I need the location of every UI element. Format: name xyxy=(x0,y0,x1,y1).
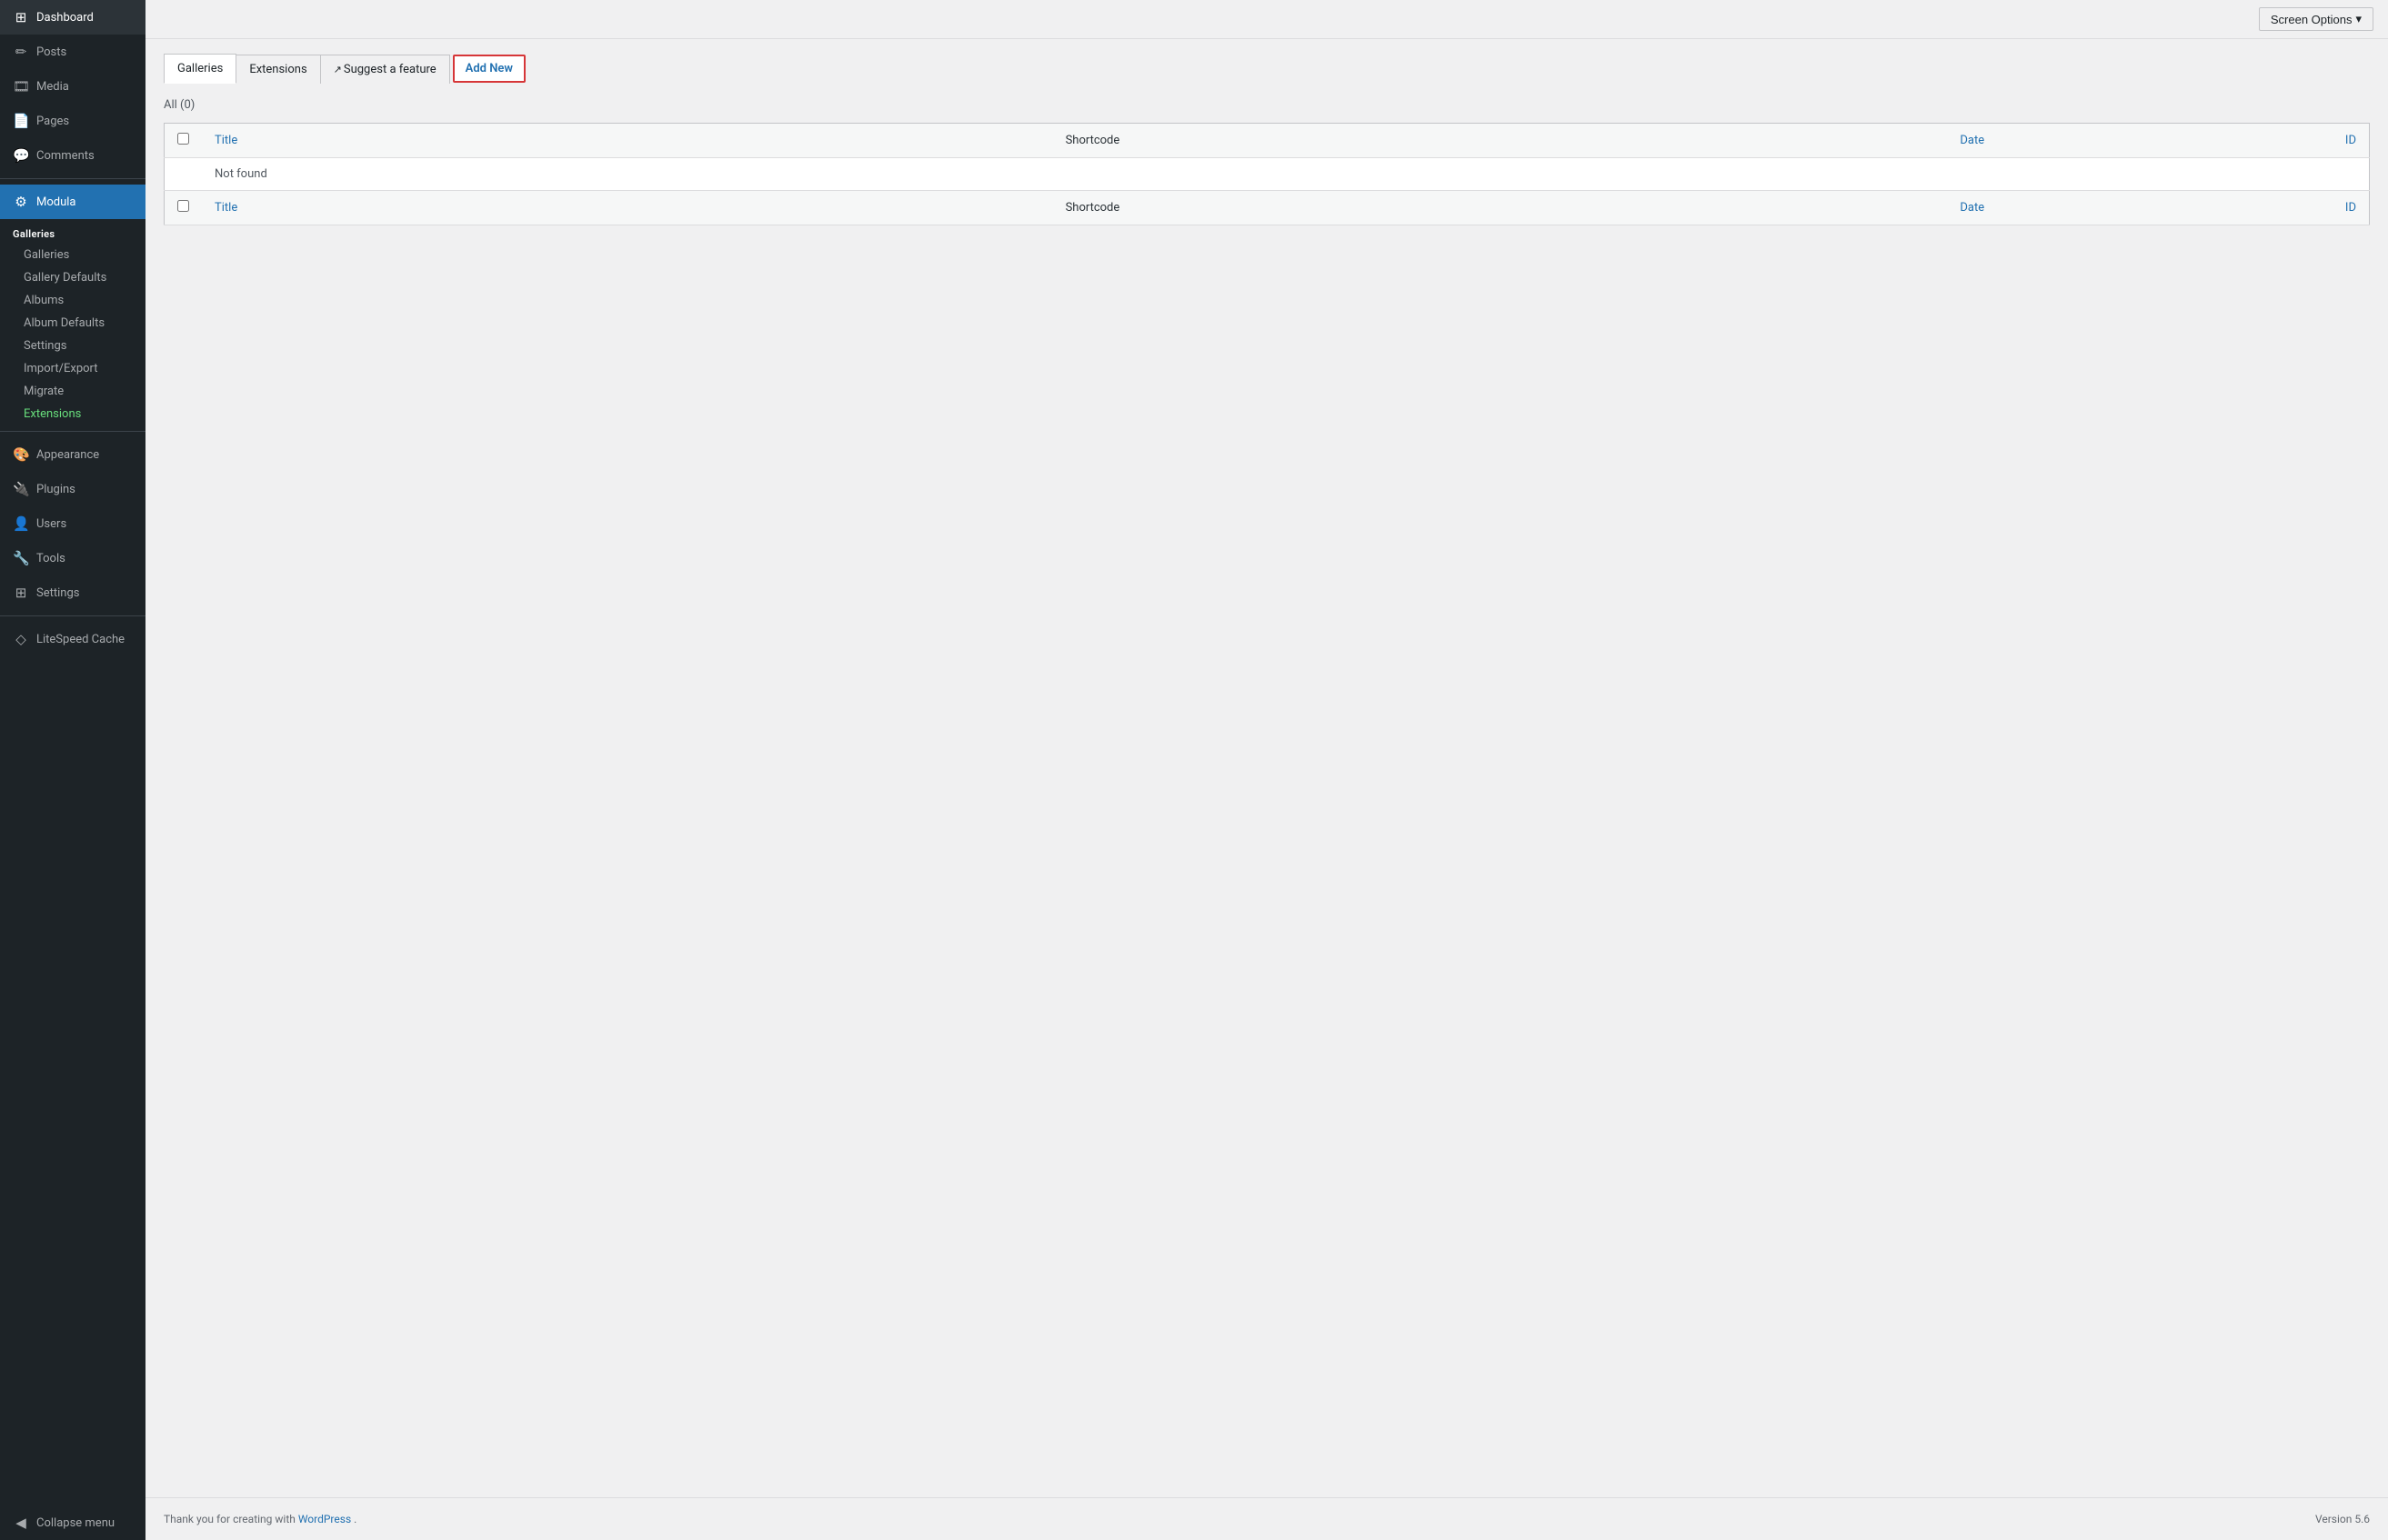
table-footer-row: Title Shortcode Date ID xyxy=(165,191,2370,225)
version-label: Version 5.6 xyxy=(2315,1513,2370,1525)
sidebar-sub-gallery-defaults[interactable]: Gallery Defaults xyxy=(0,266,145,289)
tools-icon: 🔧 xyxy=(13,550,29,566)
sidebar-item-modula[interactable]: ⚙ Modula xyxy=(0,185,145,219)
screen-options-label: Screen Options xyxy=(2271,13,2353,26)
filter-bar: All (0) xyxy=(164,98,2370,112)
sidebar-item-label: Comments xyxy=(36,149,95,163)
modula-icon: ⚙ xyxy=(13,194,29,210)
dashboard-icon: ⊞ xyxy=(13,9,29,25)
sidebar-item-label: Pages xyxy=(36,115,69,128)
table-header-row: Title Shortcode Date ID xyxy=(165,124,2370,158)
th-title[interactable]: Title xyxy=(202,124,690,158)
settings-icon: ⊞ xyxy=(13,585,29,601)
th-id[interactable]: ID xyxy=(1997,124,2369,158)
external-link-icon: ↗ xyxy=(334,64,342,75)
sidebar-sub-import-export[interactable]: Import/Export xyxy=(0,357,145,380)
empty-message: Not found xyxy=(202,158,2370,191)
content-area: Galleries Extensions ↗Suggest a feature … xyxy=(145,39,2388,1497)
sidebar-item-label: Posts xyxy=(36,45,66,59)
main-content: Screen Options ▾ Galleries Extensions ↗S… xyxy=(145,0,2388,1540)
sidebar-item-tools[interactable]: 🔧 Tools xyxy=(0,541,145,575)
appearance-icon: 🎨 xyxy=(13,446,29,463)
th-date[interactable]: Date xyxy=(1495,124,1997,158)
sidebar-item-label: Users xyxy=(36,517,66,531)
screen-options-arrow-icon: ▾ xyxy=(2355,12,2362,26)
sidebar-sub-extensions[interactable]: Extensions xyxy=(0,403,145,425)
users-icon: 👤 xyxy=(13,515,29,532)
footer-right: Version 5.6 xyxy=(2315,1513,2370,1525)
tab-galleries[interactable]: Galleries xyxy=(164,54,236,84)
tab-suggest-feature[interactable]: ↗Suggest a feature xyxy=(320,55,450,84)
screen-options-button[interactable]: Screen Options ▾ xyxy=(2259,7,2373,31)
sidebar-item-pages[interactable]: 📄 Pages xyxy=(0,104,145,138)
page-footer: Thank you for creating with WordPress . … xyxy=(145,1497,2388,1540)
media-icon: 🎞 xyxy=(13,78,29,95)
divider-2 xyxy=(0,431,145,432)
pages-icon: 📄 xyxy=(13,113,29,129)
wordpress-link[interactable]: WordPress xyxy=(298,1513,354,1525)
tf-date[interactable]: Date xyxy=(1495,191,1997,225)
tf-title[interactable]: Title xyxy=(202,191,690,225)
sidebar-item-litespeed[interactable]: ◇ LiteSpeed Cache xyxy=(0,622,145,656)
tab-bar: Galleries Extensions ↗Suggest a feature … xyxy=(164,54,2370,84)
thank-you-text: Thank you for creating with xyxy=(164,1513,298,1525)
posts-icon: ✏ xyxy=(13,44,29,60)
tab-extensions-label: Extensions xyxy=(249,63,306,76)
tf-shortcode: Shortcode xyxy=(690,191,1495,225)
divider-1 xyxy=(0,178,145,179)
sidebar-item-label: Media xyxy=(36,80,69,94)
sidebar-item-dashboard[interactable]: ⊞ Dashboard xyxy=(0,0,145,35)
tab-add-new[interactable]: Add New xyxy=(453,55,526,83)
sidebar-item-plugins[interactable]: 🔌 Plugins xyxy=(0,472,145,506)
topbar: Screen Options ▾ xyxy=(145,0,2388,39)
litespeed-icon: ◇ xyxy=(13,631,29,647)
footer-period: . xyxy=(354,1513,356,1525)
sidebar-sub-galleries[interactable]: Galleries xyxy=(0,244,145,266)
sidebar-item-label: Plugins xyxy=(36,483,75,496)
tab-extensions[interactable]: Extensions xyxy=(236,55,320,84)
galleries-section-header: Galleries xyxy=(0,219,145,244)
tab-suggest-label: Suggest a feature xyxy=(344,63,436,76)
sidebar-item-label: LiteSpeed Cache xyxy=(36,633,125,646)
filter-all-label: All xyxy=(164,98,177,112)
sidebar-item-label: Appearance xyxy=(36,448,99,462)
th-checkbox xyxy=(165,124,203,158)
empty-check xyxy=(165,158,203,191)
comments-icon: 💬 xyxy=(13,147,29,164)
sidebar-item-label: Settings xyxy=(36,586,79,600)
sidebar-item-label: Tools xyxy=(36,552,65,565)
table-row-empty: Not found xyxy=(165,158,2370,191)
sidebar: ⊞ Dashboard ✏ Posts 🎞 Media 📄 Pages 💬 Co… xyxy=(0,0,145,1540)
wordpress-link-label: WordPress xyxy=(298,1513,351,1525)
select-all-footer-checkbox[interactable] xyxy=(177,200,189,212)
divider-3 xyxy=(0,615,145,616)
tf-checkbox xyxy=(165,191,203,225)
footer-left: Thank you for creating with WordPress . xyxy=(164,1513,356,1525)
sidebar-bottom: ◀ Collapse menu xyxy=(0,1505,145,1540)
select-all-checkbox[interactable] xyxy=(177,133,189,145)
sidebar-item-media[interactable]: 🎞 Media xyxy=(0,69,145,104)
filter-count: (0) xyxy=(180,98,195,112)
th-shortcode: Shortcode xyxy=(690,124,1495,158)
sidebar-item-collapse[interactable]: ◀ Collapse menu xyxy=(0,1505,145,1540)
tab-galleries-label: Galleries xyxy=(177,62,223,75)
collapse-icon: ◀ xyxy=(13,1515,29,1531)
tf-id[interactable]: ID xyxy=(1997,191,2369,225)
sidebar-item-label: Modula xyxy=(36,195,76,209)
sidebar-sub-migrate[interactable]: Migrate xyxy=(0,380,145,403)
tab-add-new-label: Add New xyxy=(466,62,513,75)
sidebar-item-label: Collapse menu xyxy=(36,1516,115,1530)
sidebar-item-settings[interactable]: ⊞ Settings xyxy=(0,575,145,610)
sidebar-sub-albums[interactable]: Albums xyxy=(0,289,145,312)
sidebar-item-appearance[interactable]: 🎨 Appearance xyxy=(0,437,145,472)
sidebar-item-comments[interactable]: 💬 Comments xyxy=(0,138,145,173)
sidebar-item-label: Dashboard xyxy=(36,11,94,25)
plugins-icon: 🔌 xyxy=(13,481,29,497)
sidebar-item-users[interactable]: 👤 Users xyxy=(0,506,145,541)
sidebar-sub-album-defaults[interactable]: Album Defaults xyxy=(0,312,145,335)
galleries-table: Title Shortcode Date ID Not found xyxy=(164,123,2370,225)
sidebar-sub-settings[interactable]: Settings xyxy=(0,335,145,357)
sidebar-item-posts[interactable]: ✏ Posts xyxy=(0,35,145,69)
